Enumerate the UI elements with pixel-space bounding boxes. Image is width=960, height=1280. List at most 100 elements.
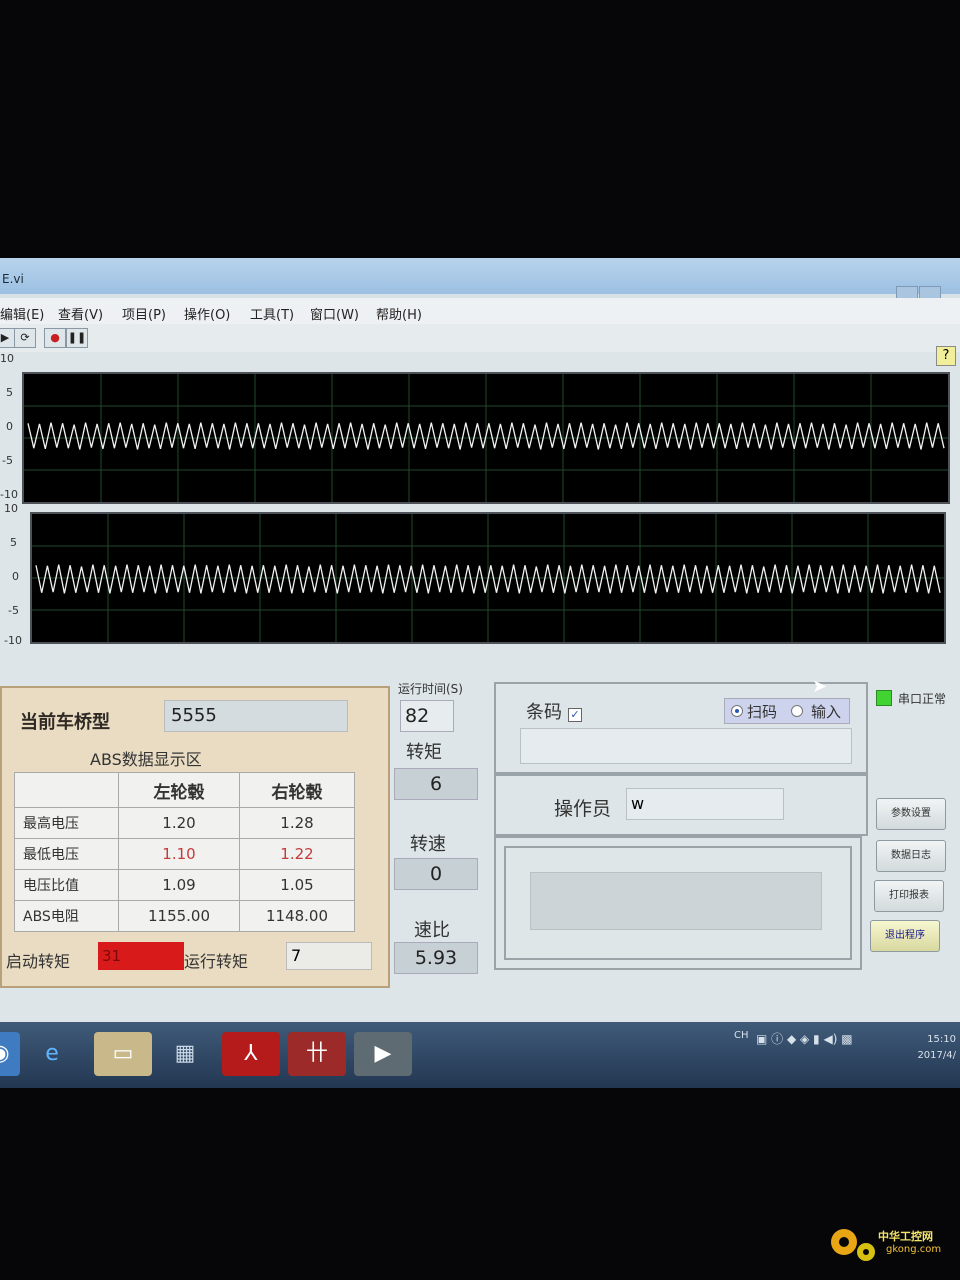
app-icon[interactable]: 卄 (288, 1032, 346, 1076)
col-header-left: 左轮毂 (118, 772, 240, 808)
torque-row: 启动转矩 31 运行转矩 7 (2, 940, 382, 974)
abort-icon[interactable]: ● (44, 328, 66, 348)
radio-scan[interactable] (731, 705, 743, 717)
watermark-text: 中华工控网 (878, 1230, 933, 1243)
waveform-graph-1[interactable] (22, 372, 950, 504)
table-corner (14, 772, 119, 808)
watermark-url: gkong.com (886, 1244, 942, 1255)
pdf-reader-icon[interactable]: ⅄ (222, 1032, 280, 1076)
clock-date: 2017/4/ (917, 1050, 956, 1061)
cell-right: 1.05 (239, 869, 355, 901)
message-group (494, 836, 862, 970)
menu-view[interactable]: 查看(V) (58, 304, 103, 323)
run-time-field: 82 (400, 700, 454, 732)
print-button[interactable]: 打印报表 (874, 880, 944, 912)
barcode-mode-radio: 扫码 输入 (724, 698, 850, 724)
abs-area-title: ABS数据显示区 (90, 750, 202, 769)
table-row: 电压比值 1.09 1.05 (14, 869, 355, 901)
graph2-ytick: -10 (4, 634, 22, 647)
menu-help[interactable]: 帮助(H) (376, 304, 422, 323)
graph1-ytick: -5 (2, 454, 13, 467)
title-bar: E.vi (0, 258, 960, 322)
cell-right: 1.22 (239, 838, 355, 870)
row-label: 最低电压 (14, 838, 119, 870)
menu-edit[interactable]: 编辑(E) (0, 304, 44, 323)
radio-scan-label: 扫码 (747, 703, 778, 721)
cell-left: 1.10 (118, 838, 240, 870)
explorer-icon[interactable]: ▭ (94, 1032, 152, 1076)
radio-input[interactable] (791, 705, 803, 717)
graph2-ytick: 10 (4, 502, 18, 515)
app-screen: E.vi 编辑(E) 查看(V) 项目(P) 操作(O) 工具(T) 窗口(W)… (0, 258, 960, 1088)
table-row: ABS电阻 1155.00 1148.00 (14, 900, 355, 932)
pause-icon[interactable]: ❚❚ (66, 328, 88, 348)
taskbar: ◉ e ▭ ▦ ⅄ 卄 ▶ CH ▣ ⓘ ◆ ◈ ▮ ◀) ▩ 15:10 20… (0, 1022, 960, 1088)
monitor: E.vi 编辑(E) 查看(V) 项目(P) 操作(O) 工具(T) 窗口(W)… (0, 0, 960, 1280)
graph1-ytick: -10 (0, 488, 18, 501)
exit-button[interactable]: 退出程序 (870, 920, 940, 952)
message-display (530, 872, 822, 930)
language-indicator[interactable]: CH (734, 1030, 749, 1041)
graph2-ytick: 5 (10, 536, 17, 549)
menu-operate[interactable]: 操作(O) (184, 304, 230, 323)
calculator-icon[interactable]: ▦ (160, 1032, 210, 1076)
cell-left: 1155.00 (118, 900, 240, 932)
row-label: 电压比值 (14, 869, 119, 901)
menu-project[interactable]: 项目(P) (122, 304, 166, 323)
start-torque-indicator: 31 (98, 942, 184, 970)
speed-label: 转速 (410, 834, 446, 855)
menu-tools[interactable]: 工具(T) (250, 304, 294, 323)
waveform-graph-2[interactable] (30, 512, 946, 644)
input-area: 条码 ✓ 扫码 输入 操作员 w (492, 678, 872, 978)
cell-right: 1148.00 (239, 900, 355, 932)
barcode-input[interactable] (520, 728, 852, 764)
log-button[interactable]: 数据日志 (876, 840, 946, 872)
axle-model-field[interactable]: 5555 (164, 700, 348, 732)
window-title: E.vi (2, 272, 24, 286)
toolbar: ▶ ⟳ ● ❚❚ (0, 324, 960, 352)
graph2-ytick: -5 (8, 604, 19, 617)
table-row: 最高电压 1.20 1.28 (14, 807, 355, 839)
gear-logo-icon (831, 1229, 875, 1261)
graph1-ytick: 10 (0, 352, 14, 365)
graph1-ytick: 0 (6, 420, 13, 433)
barcode-checkbox[interactable]: ✓ (568, 708, 582, 722)
operator-label: 操作员 (554, 798, 612, 820)
menu-window[interactable]: 窗口(W) (310, 304, 359, 323)
cell-left: 1.09 (118, 869, 240, 901)
cell-right: 1.28 (239, 807, 355, 839)
row-label: 最高电压 (14, 807, 119, 839)
tray-icons[interactable]: ▣ ⓘ ◆ ◈ ▮ ◀) ▩ (756, 1030, 853, 1047)
run-torque-label: 运行转矩 (184, 952, 249, 971)
barcode-label: 条码 (526, 702, 562, 723)
help-icon[interactable]: ? (936, 346, 956, 366)
graph2-ytick: 0 (12, 570, 19, 583)
message-frame (504, 846, 852, 960)
ratio-label: 速比 (414, 920, 450, 941)
torque-label: 转矩 (406, 742, 442, 763)
abs-data-table: 左轮毂 右轮毂 最高电压 1.20 1.28 最低电压 1.10 1.22 电压… (14, 772, 355, 932)
start-orb-icon[interactable]: ◉ (0, 1032, 20, 1076)
run-continuous-icon[interactable]: ⟳ (14, 328, 36, 348)
clock[interactable]: 15:10 2017/4/ (917, 1032, 956, 1064)
abs-data-panel: 当前车桥型 5555 ABS数据显示区 左轮毂 右轮毂 最高电压 1.20 1.… (0, 686, 390, 988)
graph1-ytick: 5 (6, 386, 13, 399)
labview-icon[interactable]: ▶ (354, 1032, 412, 1076)
mouse-pointer-icon: ➤ (812, 676, 828, 697)
metrics-column: 运行时间(S) 82 转矩 6 转速 0 速比 5.93 (390, 678, 486, 978)
col-header-right: 右轮毂 (239, 772, 355, 808)
run-time-label: 运行时间(S) (398, 682, 463, 696)
ie-icon[interactable]: e (24, 1032, 80, 1076)
operator-field[interactable]: w (626, 788, 784, 820)
speed-field: 0 (394, 858, 478, 890)
serial-status-led (876, 690, 892, 706)
ratio-field: 5.93 (394, 942, 478, 974)
cell-left: 1.20 (118, 807, 240, 839)
run-torque-field: 7 (286, 942, 372, 970)
table-row: 最低电压 1.10 1.22 (14, 838, 355, 870)
params-button[interactable]: 参数设置 (876, 798, 946, 830)
torque-field: 6 (394, 768, 478, 800)
serial-status-text: 串口正常 (898, 692, 947, 706)
menu-bar: 编辑(E) 查看(V) 项目(P) 操作(O) 工具(T) 窗口(W) 帮助(H… (0, 298, 960, 324)
clock-time: 15:10 (927, 1034, 956, 1045)
